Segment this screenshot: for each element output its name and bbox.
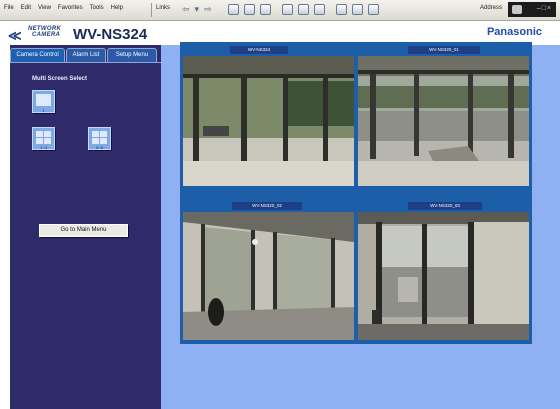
toolbar-icons bbox=[228, 4, 379, 15]
history-icon[interactable] bbox=[314, 4, 325, 15]
stop-icon[interactable] bbox=[228, 4, 239, 15]
dropdown-arrow-icon[interactable]: ▾ bbox=[195, 4, 200, 14]
search-icon[interactable] bbox=[282, 4, 293, 15]
favorites-icon[interactable] bbox=[298, 4, 309, 15]
quad-screen-1-4-button[interactable]: 1~4 bbox=[32, 127, 55, 150]
quad-screen-icon-cell bbox=[44, 131, 51, 137]
home-icon[interactable] bbox=[260, 4, 271, 15]
go-to-main-menu-button[interactable]: Go to Main Menu bbox=[39, 224, 128, 237]
menu-help[interactable]: Help bbox=[111, 5, 123, 11]
camera-image bbox=[183, 56, 354, 186]
menu-view[interactable]: View bbox=[38, 5, 51, 11]
quad-screen-icon bbox=[92, 131, 99, 137]
tab-camera-control[interactable]: Camera Control bbox=[10, 48, 65, 62]
multi-screen-title: Multi Screen Select bbox=[32, 76, 88, 82]
tab-alarm-list[interactable]: Alarm List bbox=[66, 48, 106, 62]
print-icon[interactable] bbox=[352, 4, 363, 15]
maker-logo: Panasonic bbox=[486, 26, 542, 38]
quad-screen-icon-cell bbox=[36, 138, 43, 144]
address-label: Address bbox=[480, 5, 503, 11]
window-controls-icon: –□× bbox=[536, 5, 552, 12]
menu-edit[interactable]: Edit bbox=[21, 5, 31, 11]
address-bar[interactable]: –□× bbox=[508, 2, 556, 17]
camera-image bbox=[358, 56, 529, 186]
forward-arrow-icon[interactable]: ⇨ bbox=[204, 4, 212, 14]
swoosh-logo-icon: ≪ bbox=[8, 28, 22, 43]
camera-image bbox=[358, 212, 529, 340]
browser-toolbar: File Edit View Favorites Tools Help Link… bbox=[0, 0, 560, 21]
quad-screen-1-4-label: 1~4 bbox=[40, 145, 47, 150]
quad-screen-icon-cell bbox=[100, 138, 107, 144]
browser-menu-bar: File Edit View Favorites Tools Help bbox=[4, 5, 123, 11]
menu-tools[interactable]: Tools bbox=[90, 5, 104, 11]
single-screen-button[interactable]: 1 bbox=[32, 90, 55, 113]
quad-screen-icon bbox=[36, 131, 43, 137]
quad-screen-5-8-label: 5~8 bbox=[96, 145, 103, 150]
mail-icon[interactable] bbox=[336, 4, 347, 15]
links-button[interactable]: Links bbox=[156, 5, 170, 11]
single-screen-label: 1 bbox=[42, 108, 45, 113]
camera-title: WV-NS324 bbox=[230, 46, 288, 54]
quad-screen-icon-cell bbox=[100, 131, 107, 137]
quad-screen-5-8-button[interactable]: 5~8 bbox=[88, 127, 111, 150]
camera-view-1[interactable] bbox=[183, 56, 354, 186]
logo-line-camera: CAMERA bbox=[32, 32, 61, 38]
nav-buttons: ⇦ ▾ ⇨ bbox=[182, 4, 212, 14]
tab-bar: Camera Control Alarm List Setup Menu bbox=[10, 48, 158, 62]
camera-view-4[interactable] bbox=[358, 212, 529, 340]
menu-file[interactable]: File bbox=[4, 5, 14, 11]
network-camera-logo: NETWORK CAMERA bbox=[28, 26, 61, 38]
tab-divider bbox=[10, 62, 161, 63]
single-screen-icon bbox=[36, 94, 51, 106]
menu-favorites[interactable]: Favorites bbox=[58, 5, 83, 11]
refresh-icon[interactable] bbox=[244, 4, 255, 15]
model-name: WV-NS324 bbox=[73, 26, 148, 43]
back-arrow-icon[interactable]: ⇦ bbox=[182, 4, 190, 14]
quad-screen-icon-cell bbox=[92, 138, 99, 144]
camera-view-2[interactable] bbox=[358, 56, 529, 186]
tab-setup-menu[interactable]: Setup Menu bbox=[107, 48, 157, 62]
camera-title: WV-NS320_01 bbox=[408, 46, 480, 54]
camera-title: WV-NS320_03 bbox=[408, 202, 482, 210]
camera-title: WV-NS320_02 bbox=[232, 202, 302, 210]
camera-view-3[interactable] bbox=[183, 212, 354, 340]
toolbar-separator bbox=[151, 3, 152, 17]
quad-screen-icon-cell bbox=[44, 138, 51, 144]
edit-icon[interactable] bbox=[368, 4, 379, 15]
windows-logo-icon bbox=[512, 5, 522, 14]
camera-image bbox=[183, 212, 354, 340]
